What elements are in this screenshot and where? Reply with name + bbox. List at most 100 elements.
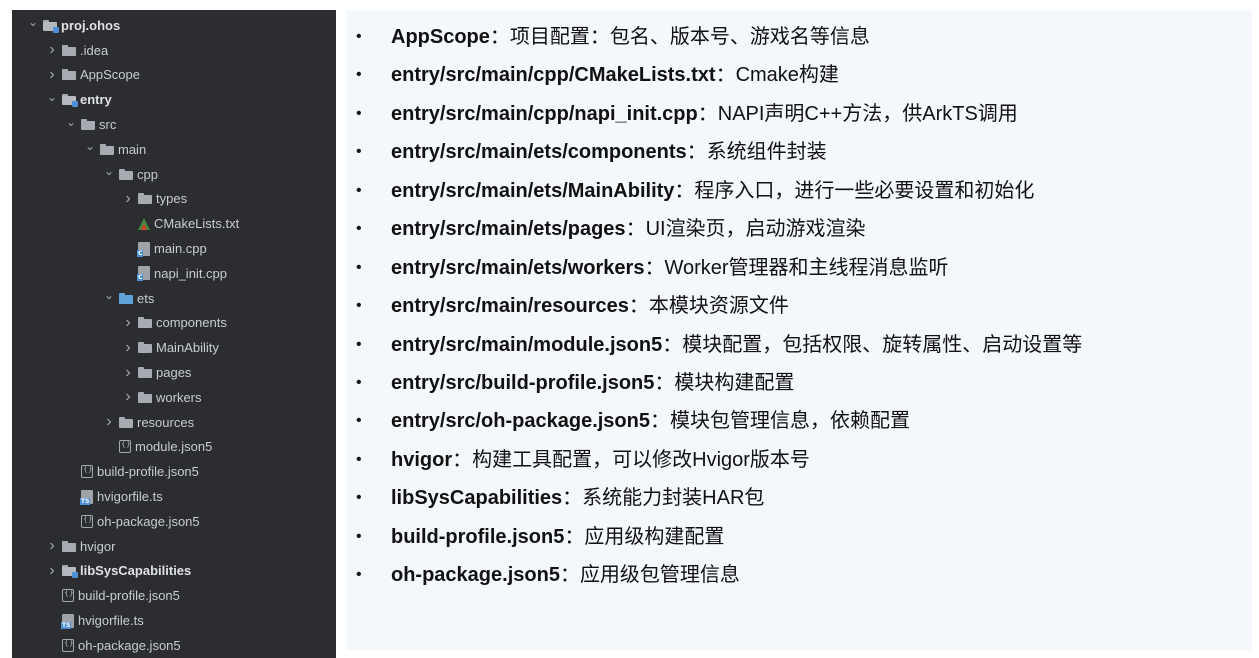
tree-item[interactable]: ⌄ main bbox=[12, 137, 336, 162]
chevron-right-icon[interactable]: › bbox=[121, 314, 135, 332]
chevron-right-icon[interactable]: › bbox=[121, 339, 135, 357]
tree-item[interactable]: TS hvigorfile.ts bbox=[12, 484, 336, 509]
chevron-down-icon[interactable]: ⌄ bbox=[26, 15, 40, 29]
description-separator: ： bbox=[644, 256, 665, 279]
chevron-down-icon[interactable]: ⌄ bbox=[83, 139, 97, 153]
tree-item[interactable]: › AppScope bbox=[12, 63, 336, 88]
bullet-icon: • bbox=[356, 181, 362, 199]
bullet-icon: • bbox=[356, 28, 362, 45]
description-text: 构建工具配置，可以修改Hvigor版本号 bbox=[472, 448, 810, 471]
bullet-icon: • bbox=[356, 373, 362, 391]
description-text: 系统组件封装 bbox=[706, 141, 827, 164]
tree-item[interactable]: › MainAbility bbox=[12, 335, 336, 360]
tree-item[interactable]: › libSysCapabilities bbox=[12, 559, 336, 584]
tree-item[interactable]: › hvigor bbox=[12, 534, 336, 559]
tree-item[interactable]: ⌄ src bbox=[12, 112, 336, 137]
description-item: • entry/src/main/module.json5：模块配置，包括权限、旋… bbox=[346, 330, 1252, 368]
tree-item[interactable]: ⌄ entry bbox=[12, 87, 336, 112]
description-text: Worker管理器和主线程消息监听 bbox=[664, 256, 949, 279]
tree-item[interactable]: › resources bbox=[12, 410, 336, 435]
chevron-down-icon[interactable]: ⌄ bbox=[64, 115, 78, 129]
chevron-right-icon[interactable]: › bbox=[45, 66, 59, 84]
description-path: AppScope bbox=[391, 26, 490, 48]
tree-item[interactable]: build-profile.json5 bbox=[12, 459, 336, 484]
tree-item-label: pages bbox=[156, 365, 192, 381]
description-item: • build-profile.json5：应用级构建配置 bbox=[346, 522, 1252, 560]
bullet-icon: • bbox=[356, 489, 362, 507]
tree-item[interactable]: › workers bbox=[12, 385, 336, 410]
tree-item-label: build-profile.json5 bbox=[78, 588, 180, 604]
description-path: libSysCapabilities bbox=[391, 487, 563, 510]
bullet-icon: • bbox=[356, 566, 362, 584]
tree-item[interactable]: ⌄ ets bbox=[12, 286, 336, 311]
tree-item[interactable]: oh-package.json5 bbox=[12, 509, 336, 534]
folder-icon bbox=[138, 391, 152, 403]
tree-item-label: .idea bbox=[80, 42, 109, 58]
bullet-icon: • bbox=[356, 527, 362, 545]
chevron-right-icon[interactable]: › bbox=[121, 388, 135, 406]
module-folder-icon bbox=[62, 94, 78, 108]
chevron-right-icon[interactable]: › bbox=[45, 562, 59, 580]
description-item: • entry/src/main/resources：本模块资源文件 bbox=[346, 291, 1252, 329]
tree-item[interactable]: build-profile.json5 bbox=[12, 583, 336, 608]
tree-item[interactable]: Cnapi_init.cpp bbox=[12, 261, 336, 286]
module-folder-icon bbox=[43, 19, 59, 33]
folder-icon bbox=[119, 416, 133, 428]
tree-item-label: types bbox=[156, 191, 188, 207]
tree-item-label: src bbox=[99, 117, 117, 133]
folder-icon bbox=[119, 168, 133, 180]
description-item: • AppScope：项目配置：包名、版本号、游戏名等信息 bbox=[346, 22, 1252, 60]
tree-item[interactable]: CMakeLists.txt bbox=[12, 211, 336, 236]
tree-item-label: resources bbox=[137, 414, 195, 430]
bullet-icon: • bbox=[356, 143, 362, 161]
tree-item-label: workers bbox=[156, 389, 202, 405]
description-separator: ： bbox=[662, 333, 683, 356]
tree-item[interactable]: › pages bbox=[12, 360, 336, 385]
chevron-right-icon[interactable]: › bbox=[121, 364, 135, 382]
tree-item-label: oh-package.json5 bbox=[78, 637, 181, 653]
tree-item[interactable]: TS hvigorfile.ts bbox=[12, 608, 336, 633]
description-text: Cmake构建 bbox=[735, 64, 839, 87]
project-tree-panel: ⌄ proj.ohos › .idea › AppScope ⌄ entry ⌄ src ⌄ main… bbox=[12, 10, 336, 658]
description-text: 模块构建配置 bbox=[674, 371, 795, 394]
tree-item-label: CMakeLists.txt bbox=[154, 216, 240, 232]
json-file-icon bbox=[119, 439, 131, 454]
chevron-right-icon[interactable]: › bbox=[102, 413, 116, 431]
chevron-right-icon[interactable]: › bbox=[121, 190, 135, 208]
description-item: • entry/src/oh-package.json5：模块包管理信息，依赖配置 bbox=[346, 406, 1252, 444]
tree-item[interactable]: › types bbox=[12, 187, 336, 212]
description-text: NAPI声明C++方法，供ArkTS调用 bbox=[717, 102, 1018, 125]
tree-item-label: cpp bbox=[137, 166, 158, 182]
tree-item-label: napi_init.cpp bbox=[154, 265, 227, 281]
chevron-down-icon[interactable]: ⌄ bbox=[45, 90, 59, 104]
description-item: • hvigor：构建工具配置，可以修改Hvigor版本号 bbox=[346, 445, 1252, 483]
description-path: entry/src/main/ets/components bbox=[391, 141, 687, 164]
description-separator: ： bbox=[697, 102, 718, 125]
description-separator: ： bbox=[686, 141, 707, 164]
description-item: • entry/src/main/ets/MainAbility：程序入口，进行一… bbox=[346, 176, 1252, 214]
cpp-file-icon: C bbox=[137, 241, 150, 257]
description-path: oh-package.json5 bbox=[391, 564, 560, 587]
description-item: • entry/src/main/ets/pages：UI渲染页，启动游戏渲染 bbox=[346, 214, 1252, 252]
chevron-down-icon[interactable]: ⌄ bbox=[102, 288, 116, 302]
tree-item[interactable]: › .idea bbox=[12, 38, 336, 63]
description-path: entry/src/main/ets/workers bbox=[391, 256, 645, 279]
tree-item[interactable]: module.json5 bbox=[12, 435, 336, 460]
chevron-right-icon[interactable]: › bbox=[45, 537, 59, 555]
tree-item[interactable]: ⌄ cpp bbox=[12, 162, 336, 187]
tree-item[interactable]: › components bbox=[12, 311, 336, 336]
tree-item[interactable]: ⌄ proj.ohos bbox=[12, 13, 336, 38]
json-file-icon bbox=[62, 588, 74, 603]
tree-item-label: libSysCapabilities bbox=[80, 563, 192, 579]
bullet-icon: • bbox=[356, 412, 362, 430]
tree-item[interactable]: Cmain.cpp bbox=[12, 236, 336, 261]
chevron-down-icon[interactable]: ⌄ bbox=[102, 164, 116, 178]
cmake-file-icon bbox=[138, 217, 150, 230]
tree-item-label: module.json5 bbox=[135, 439, 213, 455]
description-separator: ： bbox=[564, 525, 585, 548]
tree-item[interactable]: oh-package.json5 bbox=[12, 633, 336, 658]
description-path: entry/src/main/module.json5 bbox=[391, 333, 663, 356]
folder-icon bbox=[138, 317, 152, 329]
description-path: entry/src/main/resources bbox=[391, 295, 629, 318]
chevron-right-icon[interactable]: › bbox=[45, 41, 59, 59]
